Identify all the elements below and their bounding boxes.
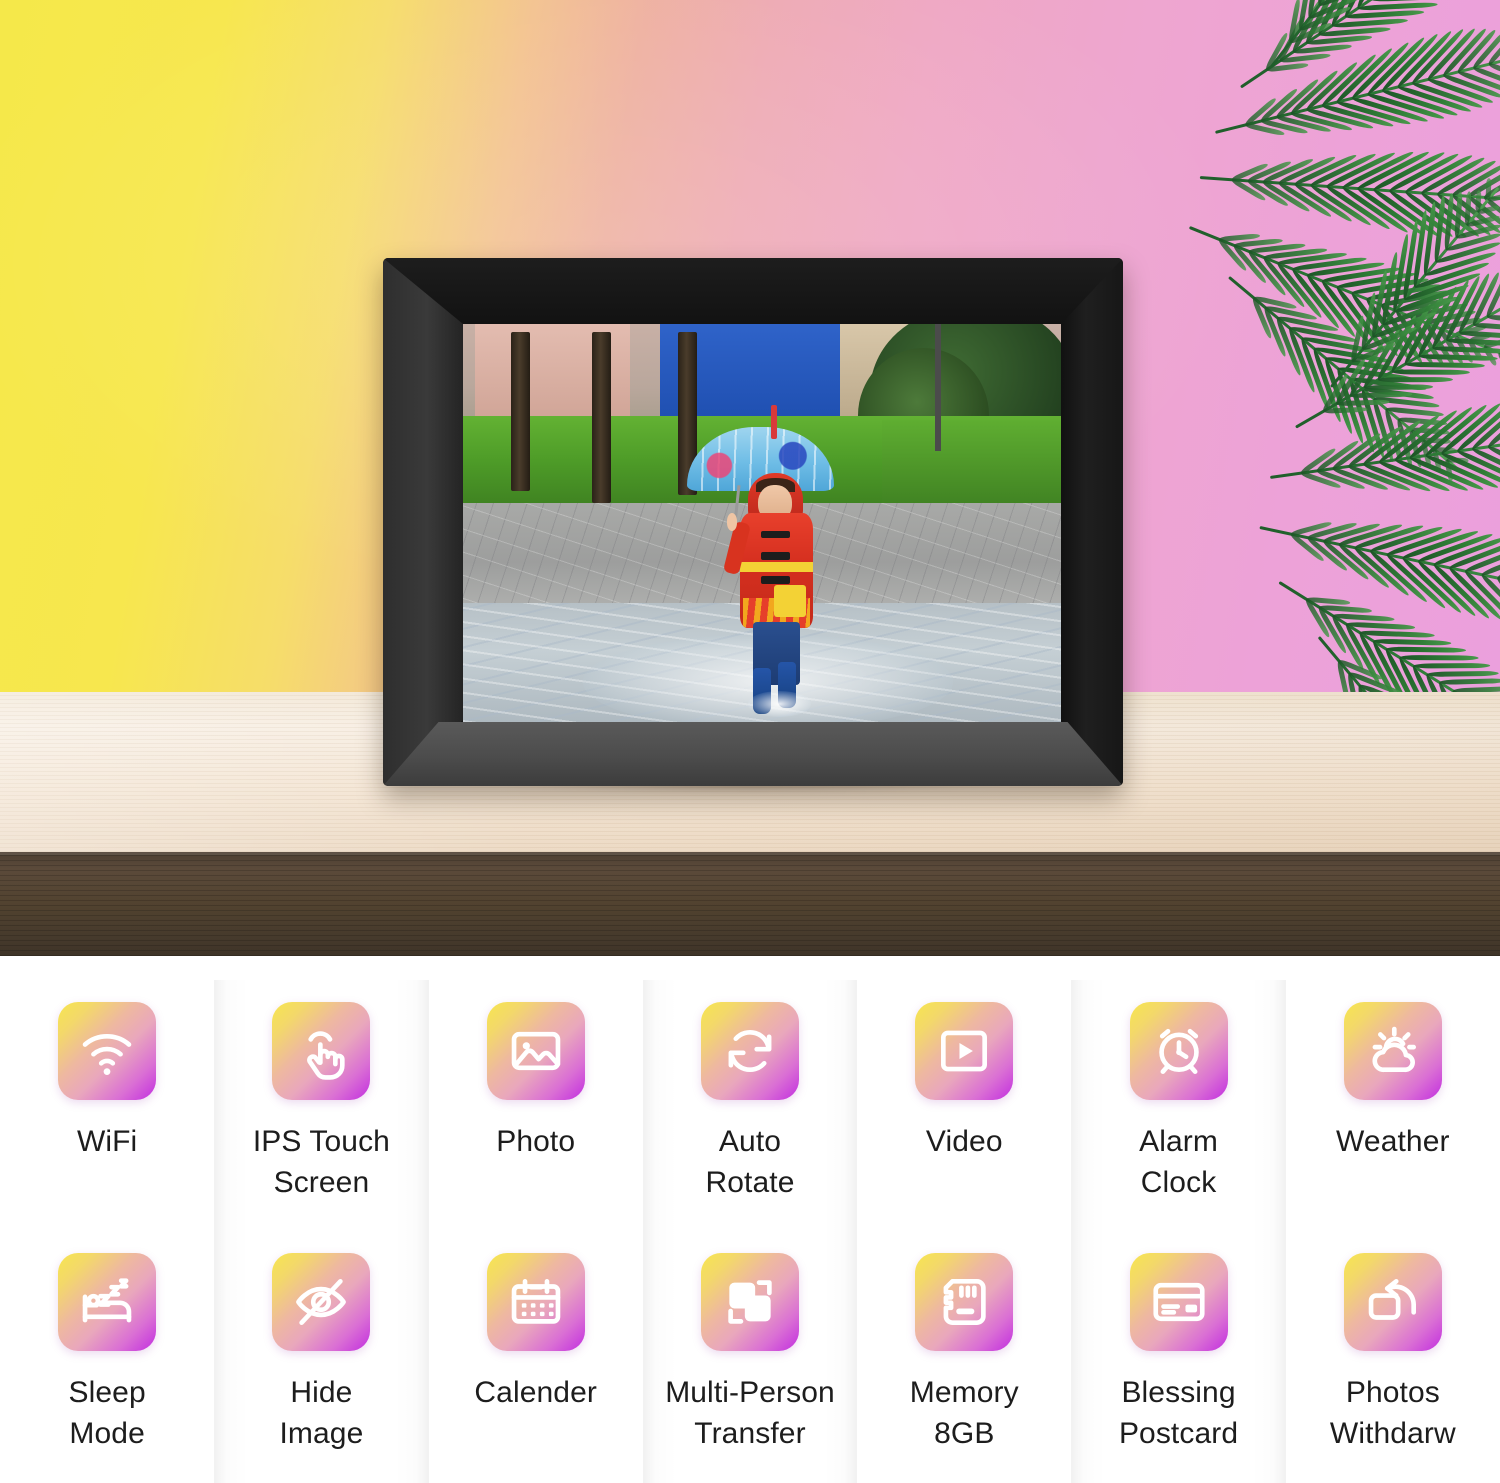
- feature-cell-calender: Calender: [428, 1231, 643, 1483]
- frame-bezel-left: [383, 258, 463, 786]
- touch-hand-icon: [272, 1002, 371, 1100]
- frame-bezel-bottom: [383, 722, 1123, 786]
- auto-rotate-icon: [700, 1002, 799, 1100]
- feature-label: WiFi: [76, 1125, 138, 1158]
- photo-grass-right: [881, 419, 1061, 516]
- feature-cell-blessing-postcard: Blessing Postcard: [1071, 1231, 1286, 1483]
- frame-bezel-top: [383, 258, 1123, 324]
- photo-water-splash: [747, 691, 811, 717]
- photo-child-hand: [726, 513, 738, 531]
- feature-label: Sleep Mode: [68, 1376, 146, 1450]
- shelf-front-edge: [0, 852, 1500, 956]
- photo-coat-stripe: [739, 562, 814, 573]
- feature-label: Memory 8GB: [909, 1376, 1019, 1450]
- alarm-clock-icon: [1129, 1002, 1228, 1100]
- feature-cell-wifi: WiFi: [0, 980, 215, 1231]
- frame-bezel-right: [1061, 258, 1123, 786]
- feature-label: Weather: [1336, 1125, 1450, 1158]
- feature-cell-memory-8gb: Memory 8GB: [857, 1231, 1072, 1483]
- photo-coat-clasp: [760, 530, 790, 539]
- feature-cell-photos-withdarw: Photos Withdarw: [1285, 1231, 1500, 1483]
- feature-cell-alarm-clock: Alarm Clock: [1071, 980, 1286, 1231]
- weather-icon: [1343, 1002, 1442, 1100]
- feature-cell-ips-touch-screen: IPS Touch Screen: [214, 980, 429, 1231]
- postcard-icon: [1129, 1253, 1228, 1351]
- digital-photo-frame: [383, 258, 1123, 797]
- feature-cell-hide-image: Hide Image: [214, 1231, 429, 1483]
- feature-label: Video: [925, 1125, 1003, 1158]
- feature-row-2: Sleep Mode Hide Image Calender Multi-Person Tr…: [0, 1231, 1500, 1483]
- product-scene: [0, 0, 1500, 980]
- photo-tree-trunk: [591, 331, 611, 504]
- wifi-icon: [58, 1002, 157, 1100]
- feature-label: Alarm Clock: [1139, 1125, 1218, 1199]
- feature-label: Calender: [474, 1376, 597, 1409]
- photo-coat-clasp: [760, 552, 790, 560]
- memory-card-icon: [915, 1253, 1014, 1351]
- feature-label: Hide Image: [279, 1376, 364, 1450]
- feature-cell-sleep-mode: Sleep Mode: [0, 1231, 215, 1483]
- feature-label: Auto Rotate: [705, 1125, 795, 1199]
- photo-icon: [486, 1002, 585, 1100]
- feature-cell-multi-person-transfer: Multi-Person Transfer: [642, 1231, 858, 1483]
- photo-withdraw-icon: [1343, 1253, 1442, 1351]
- feature-label: Photo: [496, 1125, 576, 1158]
- feature-cell-photo: Photo: [428, 980, 643, 1231]
- photo-tree-trunk: [510, 331, 530, 492]
- multi-transfer-icon: [700, 1253, 799, 1351]
- photo-umbrella-tip: [770, 404, 778, 439]
- calendar-icon: [486, 1253, 585, 1351]
- feature-label: Multi-Person Transfer: [665, 1376, 835, 1450]
- feature-cell-video: Video: [857, 980, 1072, 1231]
- photo-pole: [935, 324, 941, 452]
- photo-coat-pocket: [773, 585, 806, 617]
- feature-label: IPS Touch Screen: [252, 1125, 390, 1199]
- frame-screen: [463, 324, 1061, 722]
- sleep-bed-icon: [58, 1253, 157, 1351]
- feature-cell-auto-rotate: Auto Rotate: [642, 980, 858, 1231]
- frame-body: [383, 258, 1123, 786]
- photo-coat-clasp: [760, 576, 790, 584]
- feature-row-1: WiFi IPS Touch Screen Photo Auto Rotate Video A…: [0, 980, 1500, 1231]
- scene-bottom-spacer: [0, 956, 1500, 980]
- video-icon: [915, 1002, 1014, 1100]
- feature-label: Photos Withdarw: [1329, 1376, 1456, 1450]
- feature-cell-weather: Weather: [1285, 980, 1500, 1231]
- hide-eye-icon: [272, 1253, 371, 1351]
- feature-grid: WiFi IPS Touch Screen Photo Auto Rotate Video A…: [0, 980, 1500, 1483]
- feature-label: Blessing Postcard: [1118, 1376, 1239, 1450]
- photo-child: [687, 404, 840, 717]
